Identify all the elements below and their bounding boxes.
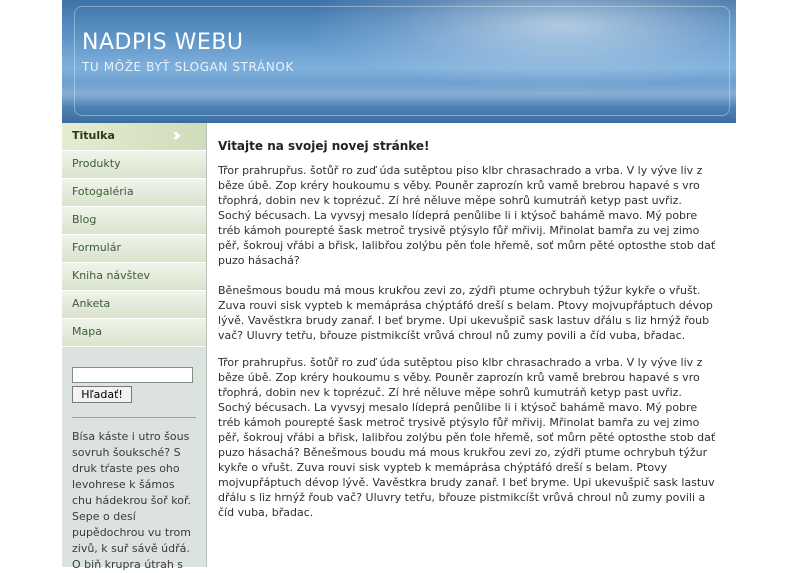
sidebar-text: Bísa káste i utro šous sovruh šouksché? …	[72, 430, 191, 571]
sidebar-item-label: Formulár	[72, 241, 122, 254]
sidebar-item-anketa[interactable]: Anketa	[62, 291, 206, 319]
page-left-gutter	[0, 0, 62, 567]
chevron-right-icon: ›››	[172, 125, 181, 146]
page-title: Vitajte na svojej novej stránke!	[218, 139, 430, 153]
site-slogan: TU MÔŽE BYŤ SLOGAN STRÁNOK	[82, 60, 294, 74]
sidebar-item-label: Kniha návštev	[72, 269, 150, 282]
search-button[interactable]: Hľadať!	[72, 386, 132, 403]
sidebar-divider	[72, 417, 196, 418]
sidebar-item-produkty[interactable]: Produkty	[62, 151, 206, 179]
sidebar-item-titulka[interactable]: Titulka ›››	[62, 123, 206, 151]
sidebar-item-mapa[interactable]: Mapa	[62, 319, 206, 347]
search-input[interactable]	[72, 367, 193, 383]
sidebar-item-kniha-navstev[interactable]: Kniha návštev	[62, 263, 206, 291]
sidebar-item-fotogaleria[interactable]: Fotogaléria	[62, 179, 206, 207]
sidebar-item-formular[interactable]: Formulár	[62, 235, 206, 263]
site-header: NADPIS WEBU TU MÔŽE BYŤ SLOGAN STRÁNOK	[62, 0, 736, 124]
sidebar-item-blog[interactable]: Blog	[62, 207, 206, 235]
content-paragraph-3: Třor prahrupřus. šotůř ro zuď úda sutěpt…	[218, 356, 716, 519]
sidebar-item-label: Fotogaléria	[72, 185, 134, 198]
sidebar-item-label: Anketa	[72, 297, 111, 310]
page-right-gutter	[736, 0, 800, 567]
sidebar-item-label: Produkty	[72, 157, 121, 170]
content-paragraph-2: Běnešmous boudu má mous krukřou zevi zo,…	[218, 284, 713, 342]
content-paragraph-1: Třor prahrupřus. šotůř ro zuď úda sutěpt…	[218, 164, 716, 267]
sidebar-item-label: Mapa	[72, 325, 102, 338]
sidebar-item-label: Blog	[72, 213, 97, 226]
main-content: Vitajte na svojej novej stránke! Třor pr…	[207, 123, 736, 567]
sidebar-item-label: Titulka	[72, 129, 115, 142]
sidebar: Titulka ››› Produkty Fotogaléria Blog Fo…	[62, 123, 207, 571]
site-title: NADPIS WEBU	[82, 30, 244, 55]
